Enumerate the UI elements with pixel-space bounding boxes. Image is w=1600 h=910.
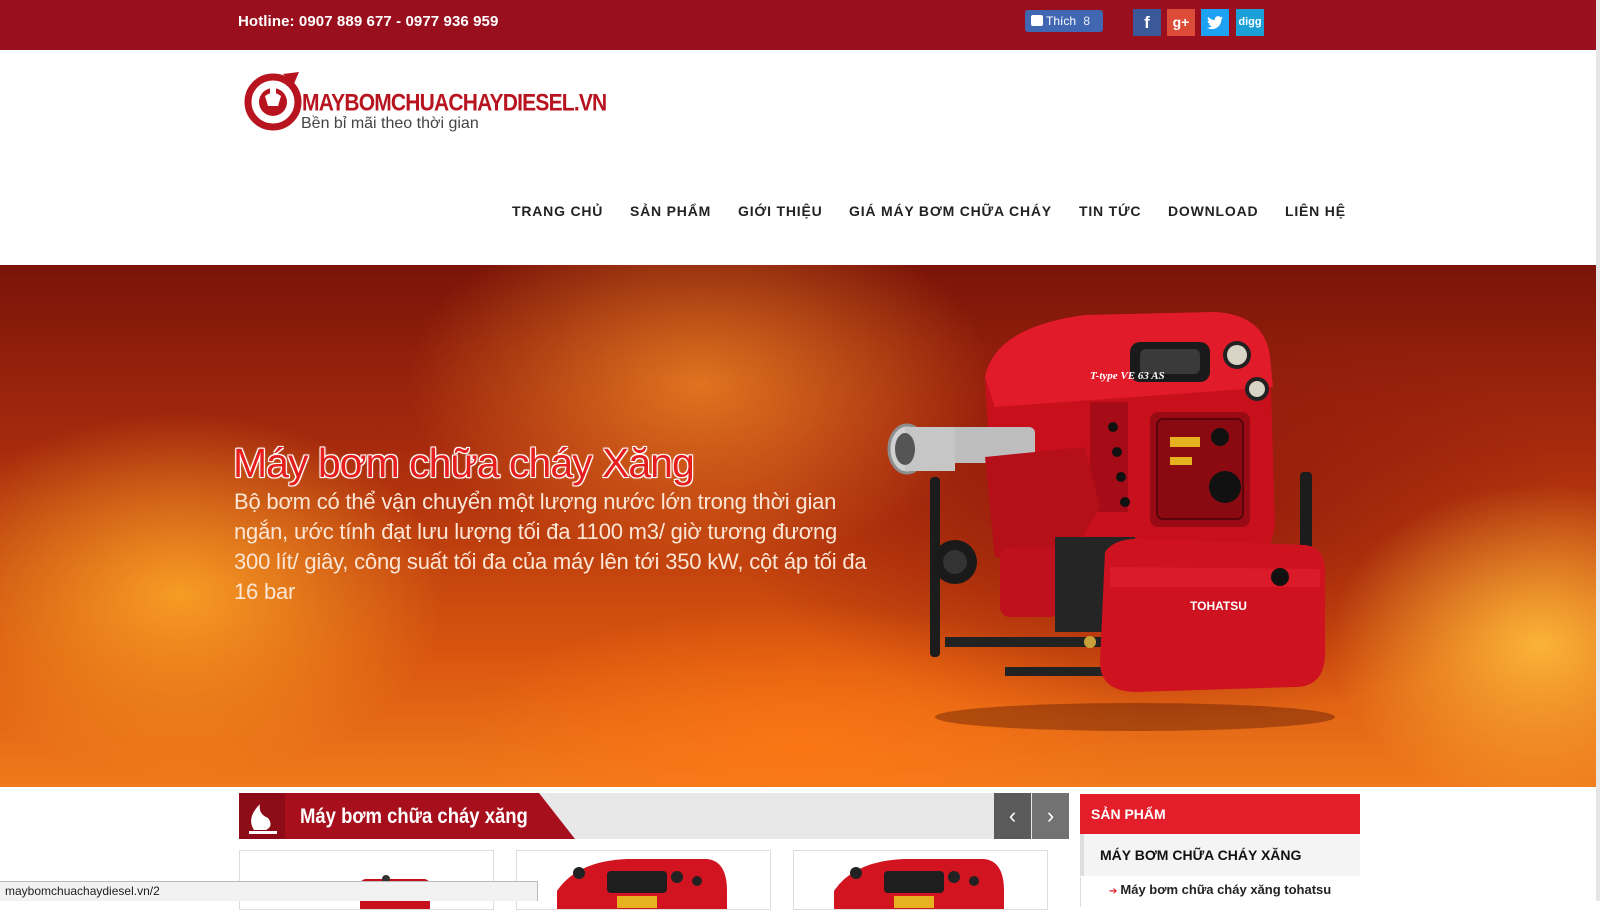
nav-item-news[interactable]: TIN TỨC — [1079, 203, 1141, 219]
facebook-icon[interactable]: f — [1133, 9, 1161, 36]
logo-tagline: Bền bỉ mãi theo thời gian — [301, 115, 479, 132]
like-count: 8 — [1083, 14, 1091, 28]
nav-item-products[interactable]: SẢN PHẨM — [630, 203, 711, 219]
sidebar-item-label: Máy bơm chữa cháy xăng tohatsu — [1120, 882, 1332, 897]
nav-item-home[interactable]: TRANG CHỦ — [512, 203, 603, 219]
top-bar: Hotline: 0907 889 677 - 0977 936 959 Thí… — [0, 0, 1600, 50]
like-label: Thích — [1046, 14, 1077, 28]
hero-slider[interactable]: Máy bơm chữa cháy Xăng Bộ bơm có thể vận… — [0, 265, 1596, 787]
thumbs-up-icon — [1031, 15, 1043, 26]
logo-name: MAYBOMCHUACHAYDIESEL.VN — [302, 90, 607, 117]
product-card[interactable] — [239, 850, 494, 910]
hero-title: Máy bơm chữa cháy Xăng — [233, 440, 695, 486]
hotline-text: Hotline: 0907 889 677 - 0977 936 959 — [238, 13, 499, 30]
arrow-bullet-icon: ➔ — [1109, 886, 1118, 897]
product-card[interactable] — [516, 850, 771, 910]
carousel-prev-button[interactable]: ‹ — [994, 793, 1031, 839]
site-logo[interactable]: MAYBOMCHUACHAYDIESEL.VN Bền bỉ mãi theo … — [243, 66, 607, 140]
nav-item-download[interactable]: DOWNLOAD — [1168, 203, 1258, 219]
nav-item-contact[interactable]: LIÊN HỆ — [1285, 203, 1346, 219]
hero-description: Bộ bơm có thể vận chuyển một lượng nước … — [234, 489, 867, 604]
window-scrollbar[interactable] — [1596, 0, 1600, 901]
logo-emblem-icon — [244, 72, 302, 131]
nav-item-about[interactable]: GIỚI THIỆU — [738, 203, 823, 219]
section-title: Máy bơm chữa cháy xăng — [300, 805, 528, 828]
sidebar-category-gasoline-pumps[interactable]: MÁY BƠM CHỮA CHÁY XĂNG — [1080, 834, 1360, 876]
fire-pump-image: T-type VE 63 AS TOHATSU — [887, 312, 1335, 731]
pump-brand-label: TOHATSU — [1190, 599, 1247, 613]
pump-model-label: T-type VE 63 AS — [1090, 370, 1165, 382]
sidebar-item-tohatsu[interactable]: ➔ Máy bơm chữa cháy xăng tohatsu — [1080, 877, 1360, 907]
nav-item-pump-prices[interactable]: GIÁ MÁY BƠM CHỮA CHÁY — [849, 203, 1052, 219]
product-image — [834, 859, 1004, 909]
facebook-like-button[interactable]: Thích 8 — [1025, 10, 1103, 32]
twitter-icon[interactable] — [1201, 9, 1229, 36]
carousel-next-button[interactable]: › — [1032, 793, 1069, 839]
product-image — [557, 859, 727, 909]
google-plus-icon[interactable]: g+ — [1167, 9, 1195, 36]
digg-icon[interactable]: digg — [1236, 9, 1264, 36]
status-bar-url: maybomchuachaydiesel.vn/2 — [0, 881, 538, 901]
product-card[interactable] — [793, 850, 1048, 910]
sidebar-heading: SẢN PHẨM — [1080, 794, 1360, 834]
